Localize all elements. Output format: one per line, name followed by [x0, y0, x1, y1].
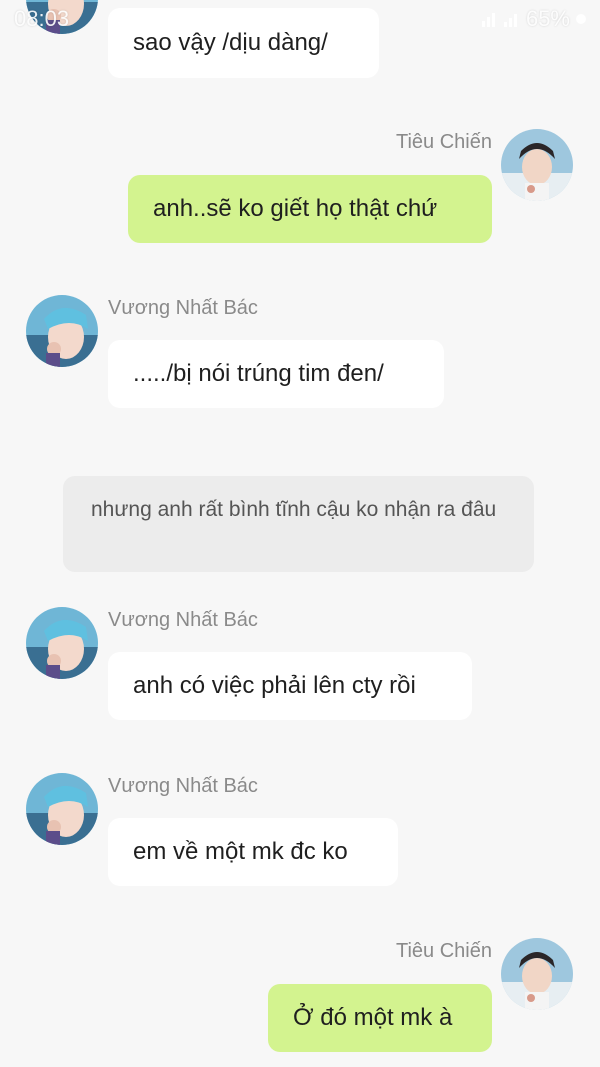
message-text: anh có việc phải lên cty rồi	[133, 672, 416, 699]
avatar-vuong-nhat-bac[interactable]	[26, 773, 98, 845]
sender-name: Tiêu Chiến	[396, 131, 492, 153]
message-text: ...../bị nói trúng tim đen/	[133, 360, 384, 387]
avatar-vuong-nhat-bac[interactable]	[26, 607, 98, 679]
status-indicators: 65%	[481, 6, 586, 32]
narration-box: nhưng anh rất bình tĩnh cậu ko nhận ra đ…	[63, 476, 534, 572]
status-bar: 08:03 65%	[0, 0, 600, 34]
sender-name: Vương Nhất Bác	[108, 297, 258, 319]
narration-text: nhưng anh rất bình tĩnh cậu ko nhận ra đ…	[91, 498, 497, 521]
message-bubble[interactable]: ...../bị nói trúng tim đen/	[108, 340, 444, 408]
message-bubble-self[interactable]: anh..sẽ ko giết họ thật chứ	[128, 175, 492, 243]
avatar-tieu-chien[interactable]	[501, 129, 573, 201]
message-text: Ở đó một mk à	[293, 1004, 453, 1031]
wifi-icon	[481, 11, 498, 27]
chat-screen: 08:03 65% sao vậy /dịu dàng/ Tiêu Chiến	[0, 0, 600, 1067]
avatar-vuong-nhat-bac[interactable]	[26, 295, 98, 367]
message-bubble[interactable]: em về một mk đc ko	[108, 818, 398, 886]
battery-icon	[576, 14, 586, 24]
status-time: 08:03	[14, 6, 70, 31]
signal-icon	[503, 11, 520, 27]
message-bubble-self[interactable]: Ở đó một mk à	[268, 984, 492, 1052]
sender-name: Vương Nhất Bác	[108, 609, 258, 631]
battery-percent: 65%	[525, 6, 570, 31]
avatar-tieu-chien[interactable]	[501, 938, 573, 1010]
message-bubble[interactable]: anh có việc phải lên cty rồi	[108, 652, 472, 720]
message-text: anh..sẽ ko giết họ thật chứ	[153, 195, 438, 222]
sender-name: Vương Nhất Bác	[108, 775, 258, 797]
message-text: em về một mk đc ko	[133, 838, 348, 865]
sender-name: Tiêu Chiến	[396, 940, 492, 962]
